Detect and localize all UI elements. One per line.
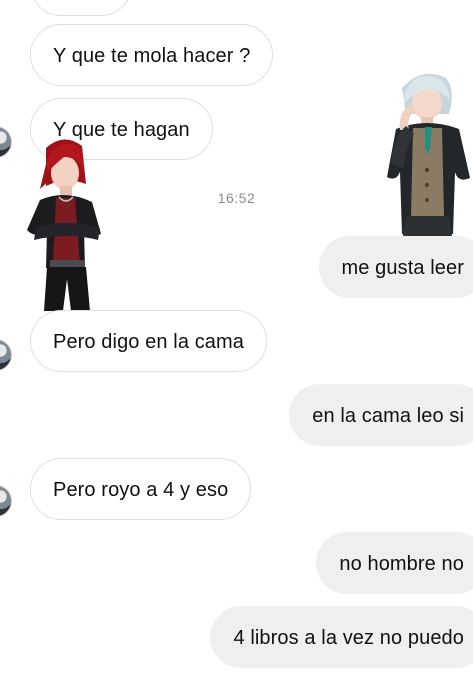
message-bubble-outgoing[interactable]: no hombre no: [316, 532, 473, 594]
sender-avatar[interactable]: [0, 339, 12, 371]
message-bubble-incoming[interactable]: Pero royo a 4 y eso: [30, 458, 252, 520]
sticker-vest-button: [425, 198, 429, 202]
message-text: Pero royo a 4 y eso: [53, 479, 229, 501]
message-bubble-incoming[interactable]: Pero digo en la cama: [30, 310, 268, 372]
message-text: me gusta leer: [341, 257, 464, 279]
silver-haired-character-sticker: [387, 73, 470, 236]
sticker-belt: [50, 260, 85, 267]
message-bubble-outgoing[interactable]: 4 libros a la vez no puedo: [210, 606, 473, 668]
chat-thread[interactable]: Y que te mola hacer ? Y que te hagan 16:…: [0, 0, 473, 680]
message-text: Y que te mola hacer ?: [53, 45, 251, 67]
message-text: 4 libros a la vez no puedo: [233, 627, 464, 649]
message-bubble-incoming[interactable]: [30, 0, 132, 16]
sender-avatar[interactable]: [0, 485, 12, 517]
message-text: Pero digo en la cama: [53, 331, 245, 353]
message-bubble-incoming[interactable]: Y que te mola hacer ?: [30, 24, 274, 86]
message-text: no hombre no: [339, 553, 464, 575]
sticker-trousers: [44, 267, 90, 311]
sticker-vest-button: [425, 183, 429, 187]
message-bubble-outgoing[interactable]: me gusta leer: [318, 236, 473, 298]
sender-avatar[interactable]: [0, 126, 12, 158]
sticker-vest-button: [425, 168, 429, 172]
message-bubble-outgoing[interactable]: en la cama leo si: [289, 384, 473, 446]
message-text: en la cama leo si: [312, 405, 464, 427]
red-haired-character-sticker: [27, 139, 101, 311]
sticker-trousers: [403, 216, 452, 236]
